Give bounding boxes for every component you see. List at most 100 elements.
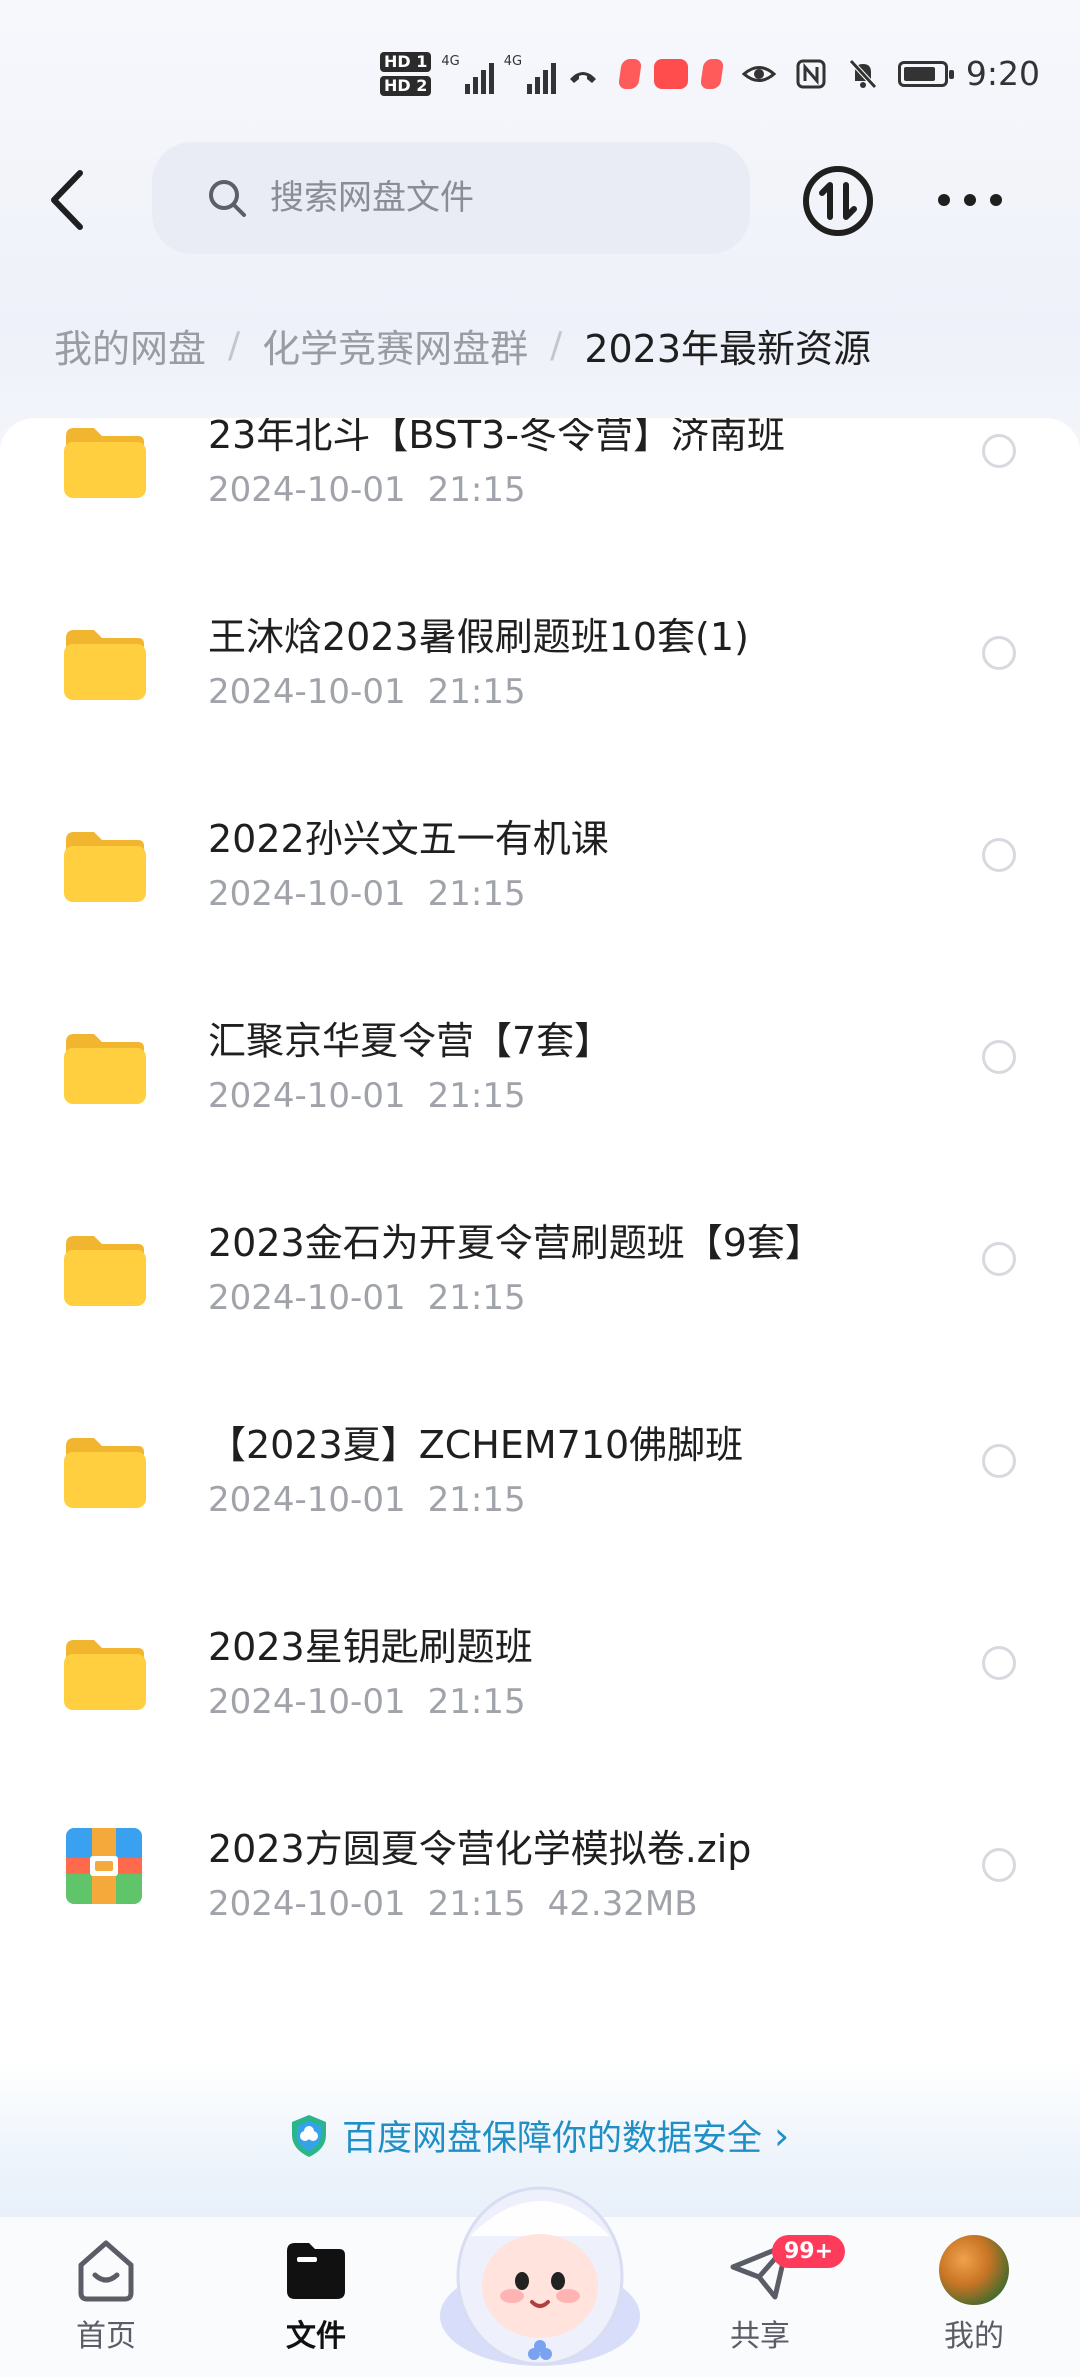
search-icon: [209, 180, 246, 217]
security-banner-text: 百度网盘保障你的数据安全: [342, 2119, 763, 2159]
file-time: 21:15: [427, 1480, 526, 1520]
file-name: 2022孙兴文五一有机课: [208, 817, 609, 861]
share-badge: 99+: [772, 2235, 846, 2268]
select-checkbox[interactable]: [982, 434, 1016, 468]
file-meta: 2024-10-01 21:15: [208, 1480, 526, 1520]
nav-files[interactable]: 文件: [246, 2235, 386, 2355]
file-time: 21:15: [427, 470, 526, 510]
breadcrumb-current: 2023年最新资源: [584, 327, 872, 371]
home-icon: [78, 2240, 134, 2302]
nav-files-label: 文件: [286, 2319, 346, 2354]
file-name: 23年北斗【BST3-冬令营】济南班: [208, 418, 785, 457]
file-date: 2024-10-01: [208, 1076, 406, 1116]
search-input[interactable]: [268, 177, 732, 219]
network-type-2: 4G: [503, 54, 523, 69]
file-meta: 2024-10-01 21:15: [208, 1682, 526, 1722]
mascot-button[interactable]: [430, 2156, 650, 2376]
file-date: 2024-10-01: [208, 1480, 406, 1520]
nav-share[interactable]: 共享 99+: [690, 2235, 846, 2355]
header: [0, 140, 1080, 260]
back-button[interactable]: [40, 165, 100, 235]
notification-icons: [617, 59, 725, 89]
file-name: 【2023夏】ZCHEM710佛脚班: [208, 1423, 744, 1467]
signal-icon: 4G: [503, 54, 557, 94]
file-name: 王沐焓2023暑假刷题班10套(1): [208, 615, 749, 659]
select-checkbox[interactable]: [982, 1242, 1016, 1276]
select-checkbox[interactable]: [982, 838, 1016, 872]
more-icon[interactable]: [930, 180, 1010, 220]
nav-mine-label: 我的: [944, 2319, 1004, 2354]
select-checkbox[interactable]: [982, 1848, 1016, 1882]
folder-icon: [64, 630, 146, 700]
list-item[interactable]: 王沐焓2023暑假刷题班10套(1) 2024-10-01 21:15: [0, 570, 1080, 772]
call-icon: [570, 72, 597, 83]
nav-mine[interactable]: 我的: [904, 2235, 1044, 2355]
app-notification-icon: [699, 59, 725, 89]
file-time: 21:15: [427, 1278, 526, 1318]
file-time: 21:15: [427, 1682, 526, 1722]
status-bar: HD 1 HD 2 4G 4G 9:20: [0, 0, 1080, 150]
list-item[interactable]: 2023方圆夏令营化学模拟卷.zip 2024-10-01 21:15 42.32M…: [0, 1782, 1080, 1984]
select-checkbox[interactable]: [982, 1444, 1016, 1478]
file-list-card: 23年北斗【BST3-冬令营】济南班 2024-10-01 21:15 王沐焓20…: [0, 418, 1080, 2218]
list-item[interactable]: 2023金石为开夏令营刷题班【9套】 2024-10-01 21:15: [0, 1176, 1080, 1378]
folder-icon: [64, 1640, 146, 1710]
file-time: 21:15: [427, 1076, 526, 1116]
select-checkbox[interactable]: [982, 1040, 1016, 1074]
breadcrumb-my-drive[interactable]: 我的网盘: [54, 318, 206, 373]
folder-icon: [64, 832, 146, 902]
hd-indicator: HD 1 HD 2: [380, 52, 432, 96]
file-list: 23年北斗【BST3-冬令营】济南班 2024-10-01 21:15 王沐焓20…: [0, 418, 1080, 1984]
hd1-label: HD 1: [380, 52, 432, 72]
avatar: [939, 2235, 1009, 2305]
nav-share-label: 共享: [730, 2319, 790, 2354]
file-name: 2023星钥匙刷题班: [208, 1625, 533, 1669]
transfer-icon[interactable]: [802, 165, 874, 237]
battery-icon: [897, 60, 954, 87]
file-date: 2024-10-01: [208, 874, 406, 914]
shield-icon: [292, 2114, 326, 2157]
file-date: 2024-10-01: [208, 1278, 406, 1318]
file-date: 2024-10-01: [208, 1884, 406, 1924]
select-checkbox[interactable]: [982, 1646, 1016, 1680]
file-meta: 2024-10-01 21:15: [208, 1278, 526, 1318]
nav-home[interactable]: 首页: [36, 2235, 176, 2355]
folder-icon: [64, 1034, 146, 1104]
shop-app-icon: [654, 59, 689, 89]
hd2-label: HD 2: [380, 76, 432, 96]
file-date: 2024-10-01: [208, 672, 406, 712]
network-type-1: 4G: [441, 54, 460, 69]
file-meta: 2024-10-01 21:15: [208, 874, 526, 914]
folder-icon: [64, 1236, 146, 1306]
file-time: 21:15: [427, 672, 526, 712]
breadcrumb-separator: /: [550, 325, 563, 366]
select-checkbox[interactable]: [982, 636, 1016, 670]
status-left: HD 1 HD 2 4G 4G: [380, 52, 725, 96]
list-item[interactable]: 23年北斗【BST3-冬令营】济南班 2024-10-01 21:15: [0, 418, 1080, 570]
nav-home-label: 首页: [76, 2319, 136, 2354]
mute-icon: [849, 58, 877, 89]
list-item[interactable]: 2022孙兴文五一有机课 2024-10-01 21:15: [0, 772, 1080, 974]
file-meta: 2024-10-01 21:15 42.32MB: [208, 1884, 698, 1924]
file-meta: 2024-10-01 21:15: [208, 1076, 526, 1116]
eye-icon: [741, 65, 776, 82]
breadcrumb-group[interactable]: 化学竞赛网盘群: [262, 318, 528, 373]
search-bar[interactable]: [152, 142, 750, 254]
signal-icon: 4G: [441, 54, 494, 94]
chevron-right-icon: ›: [774, 2113, 790, 2158]
list-item[interactable]: 【2023夏】ZCHEM710佛脚班 2024-10-01 21:15: [0, 1378, 1080, 1580]
file-meta: 2024-10-01 21:15: [208, 470, 526, 510]
folder-icon: [64, 1438, 146, 1508]
file-size: 42.32MB: [547, 1884, 698, 1924]
file-name: 汇聚京华夏令营【7套】: [208, 1019, 613, 1063]
list-item[interactable]: 2023星钥匙刷题班 2024-10-01 21:15: [0, 1580, 1080, 1782]
list-item[interactable]: 汇聚京华夏令营【7套】 2024-10-01 21:15: [0, 974, 1080, 1176]
file-time: 21:15: [427, 874, 526, 914]
file-name: 2023方圆夏令营化学模拟卷.zip: [208, 1827, 752, 1871]
breadcrumb-separator: /: [228, 325, 241, 366]
security-banner-row[interactable]: 百度网盘保障你的数据安全 ›: [288, 2110, 789, 2161]
file-meta: 2024-10-01 21:15: [208, 672, 526, 712]
clock: 9:20: [965, 54, 1040, 93]
file-date: 2024-10-01: [208, 470, 406, 510]
file-date: 2024-10-01: [208, 1682, 406, 1722]
